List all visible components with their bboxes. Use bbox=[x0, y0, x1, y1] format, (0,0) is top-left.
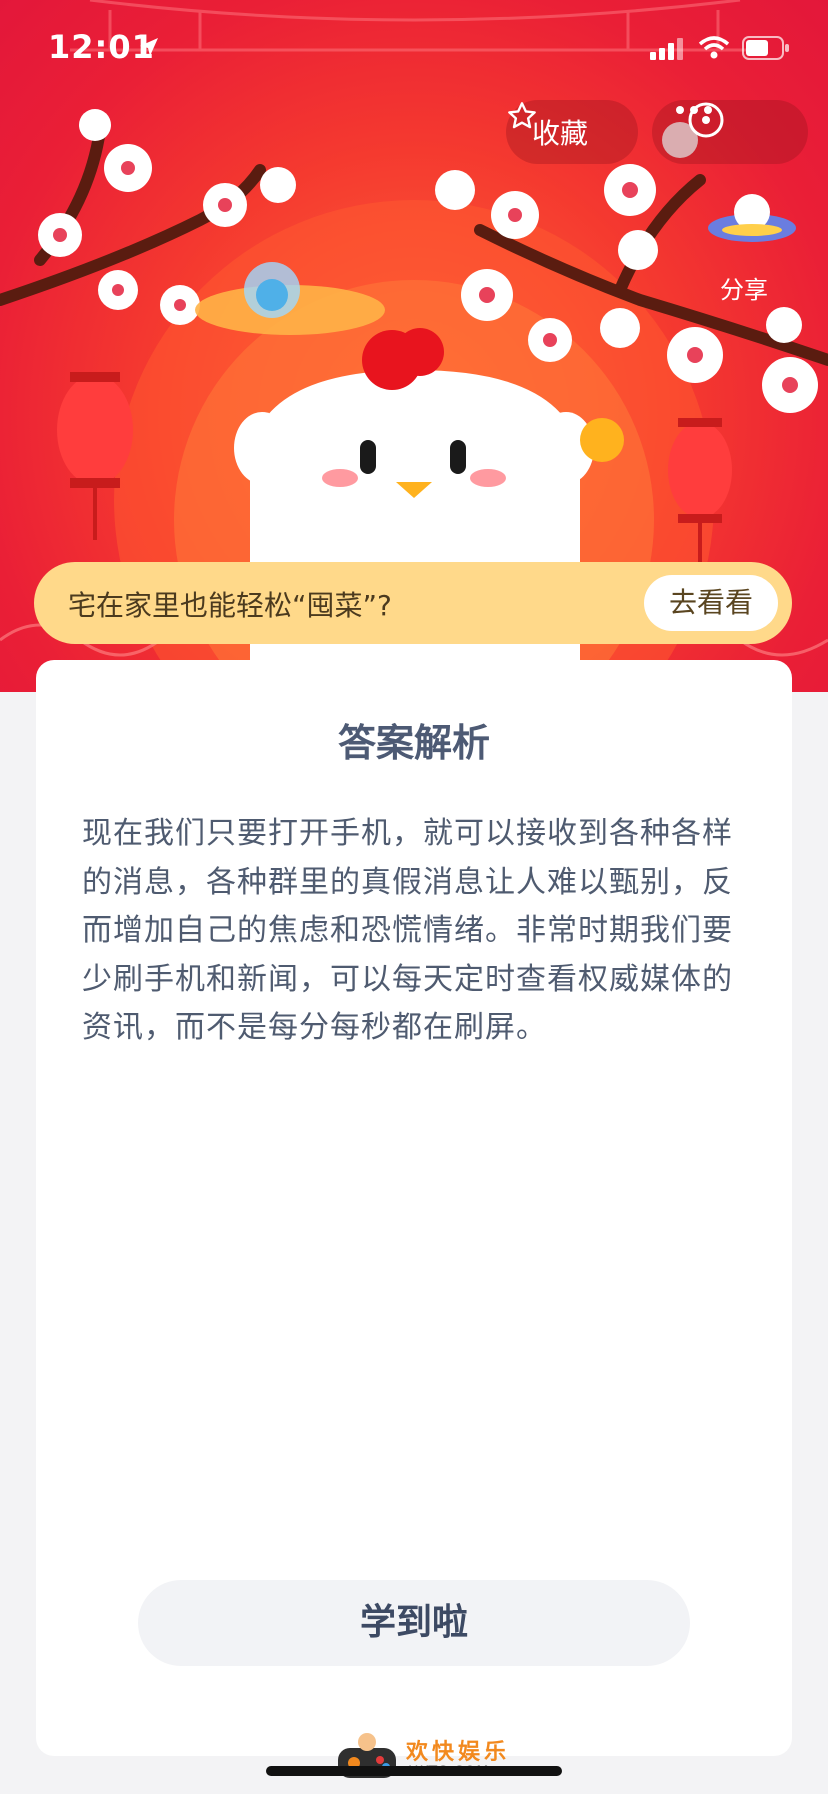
close-icon[interactable] bbox=[686, 100, 726, 140]
learned-button[interactable]: 学到啦 bbox=[138, 1580, 690, 1666]
gamepad-logo-icon bbox=[338, 1733, 396, 1778]
wifi-icon bbox=[698, 36, 730, 59]
favorite-label: 收藏 bbox=[532, 117, 589, 150]
card-title: 答案解析 bbox=[337, 721, 490, 765]
answer-explanation: 现在我们只要打开手机，就可以接收到各种各样的消息，各种群里的真假消息让人难以甄别… bbox=[82, 816, 733, 1045]
watermark-text: 欢快娱乐 bbox=[406, 1740, 511, 1765]
location-arrow-icon bbox=[140, 38, 158, 56]
status-bar: 12:01 bbox=[0, 0, 828, 100]
promo-banner[interactable]: 宅在家里也能轻松“囤菜”? 去看看 bbox=[34, 562, 792, 644]
go-see-button[interactable]: 去看看 bbox=[644, 575, 778, 631]
favorite-button[interactable]: 收藏 bbox=[506, 100, 638, 164]
capsule-menu bbox=[652, 100, 808, 164]
answer-card: 答案解析 现在我们只要打开手机，就可以接收到各种各样的消息，各种群里的真假消息让… bbox=[36, 660, 792, 1756]
share-ufo-icon bbox=[708, 194, 796, 242]
watermark: 欢快娱乐 HKTC.COM bbox=[332, 1730, 512, 1790]
star-icon bbox=[508, 102, 536, 129]
battery-icon bbox=[742, 36, 789, 60]
promo-text: 宅在家里也能轻松“囤菜”? bbox=[68, 589, 392, 622]
share-button[interactable]: 分享 bbox=[720, 270, 768, 305]
home-indicator[interactable] bbox=[266, 1766, 562, 1776]
signal-icon bbox=[650, 38, 683, 60]
hero-banner: 12:01 收藏 分享 宅在家里也能轻松“囤菜”? 去看看 bbox=[0, 0, 828, 692]
